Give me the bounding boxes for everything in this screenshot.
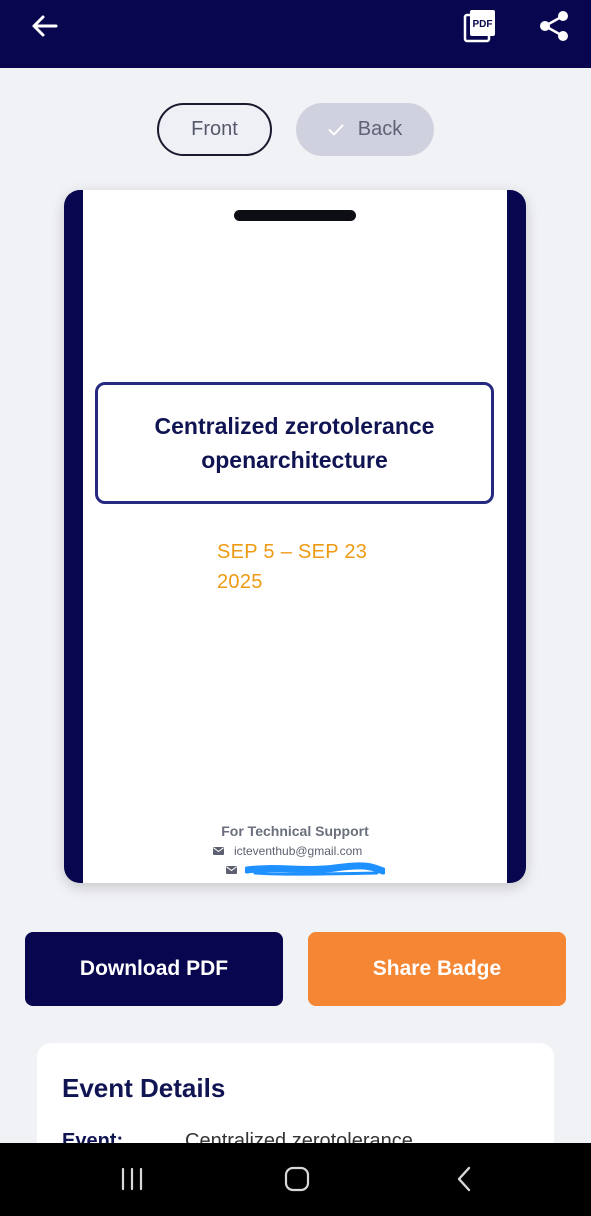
share-badge-button[interactable]: Share Badge xyxy=(308,932,566,1006)
support-heading: For Technical Support xyxy=(221,823,369,839)
event-details-heading: Event Details xyxy=(62,1073,226,1103)
tab-front-label: Front xyxy=(191,118,238,140)
event-title-box: Centralized zerotolerance openarchitectu… xyxy=(95,382,494,504)
redaction-scribble xyxy=(245,862,385,876)
recent-apps-icon xyxy=(121,1167,143,1191)
tab-back[interactable]: Back xyxy=(296,103,434,156)
download-pdf-label: Download PDF xyxy=(79,957,229,980)
share-button[interactable] xyxy=(534,6,574,46)
home-button[interactable] xyxy=(275,1161,319,1197)
app-bar: PDF xyxy=(0,0,591,68)
lanyard-slot xyxy=(234,210,356,221)
arrow-left-icon xyxy=(32,15,58,37)
system-nav-bar xyxy=(0,1143,591,1216)
home-icon xyxy=(284,1166,310,1192)
support-contact-redacted xyxy=(226,862,385,878)
event-title: Centralized zerotolerance openarchitectu… xyxy=(154,413,435,473)
event-dates: SEP 5 – SEP 23 2025 xyxy=(217,541,368,593)
support-email-row: icteventhub@gmail.com xyxy=(213,844,362,858)
tab-back-label: Back xyxy=(357,118,403,140)
share-icon xyxy=(540,11,568,41)
badge-face: Centralized zerotolerance openarchitectu… xyxy=(83,190,507,883)
support-email: icteventhub@gmail.com xyxy=(234,844,363,858)
pdf-icon: PDF xyxy=(463,10,495,43)
mail-icon xyxy=(213,847,224,855)
pdf-button[interactable]: PDF xyxy=(460,6,500,46)
download-pdf-button[interactable]: Download PDF xyxy=(25,932,283,1006)
recent-apps-button[interactable] xyxy=(110,1161,154,1197)
badge-preview: Centralized zerotolerance openarchitectu… xyxy=(64,190,526,883)
chevron-left-icon xyxy=(457,1166,471,1192)
mail-icon xyxy=(226,866,237,874)
svg-text:PDF: PDF xyxy=(473,19,493,30)
check-icon xyxy=(328,124,344,136)
share-badge-label: Share Badge xyxy=(372,957,502,980)
back-button[interactable] xyxy=(24,8,64,44)
tab-front[interactable]: Front xyxy=(157,103,272,156)
system-back-button[interactable] xyxy=(442,1161,486,1197)
